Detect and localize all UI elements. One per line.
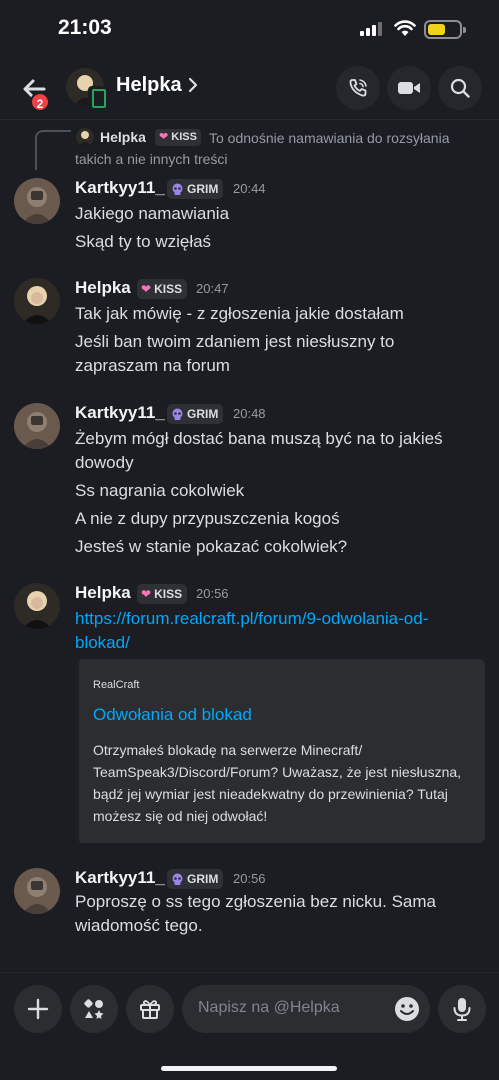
message-text: Jeśli ban twoim zdaniem jest niesłuszny … (75, 332, 395, 351)
heart-icon: ❤ (141, 587, 152, 601)
reply-tag: ❤ KISS (155, 129, 201, 146)
embed-provider: RealCraft (93, 679, 140, 691)
search-button[interactable] (438, 66, 482, 110)
attach-button[interactable] (14, 985, 62, 1033)
message-text: zapraszam na forum (75, 356, 230, 375)
voice-call-button[interactable] (336, 66, 380, 110)
user-tag-label: KISS (154, 282, 183, 296)
message-text: Jakiego namawiania (75, 204, 230, 223)
message-link[interactable]: https://forum.realcraft.pl/forum/9-odwol… (75, 607, 485, 631)
message-text: Skąd ty to wzięłaś (75, 232, 212, 251)
user-tag-label: GRIM (187, 407, 219, 421)
user-tag: GRIM (167, 869, 224, 889)
battery-level (428, 24, 445, 35)
search-icon (450, 78, 470, 98)
avatar[interactable] (14, 178, 60, 224)
message-text: Jesteś w stanie pokazać cokolwiek? (75, 537, 348, 556)
gift-icon (140, 1000, 160, 1019)
avatar[interactable] (14, 403, 60, 449)
user-tag-label: GRIM (187, 872, 219, 886)
skull-icon (172, 873, 183, 885)
user-tag-label: GRIM (187, 182, 219, 196)
emoji-icon[interactable] (394, 996, 420, 1022)
message-text: A nie z dupy przypuszczenia kogoś (75, 509, 340, 528)
video-call-button[interactable] (387, 66, 431, 110)
wifi-icon (394, 20, 416, 36)
user-tag-label: KISS (154, 587, 183, 601)
composer-bar: Napisz na @Helpka (0, 972, 499, 1080)
message-text: Żebym mógł dostać bana muszą być na to j… (75, 429, 443, 448)
heart-icon: ❤ (141, 282, 152, 296)
home-indicator (161, 1066, 337, 1071)
avatar[interactable] (14, 583, 60, 629)
page-title[interactable]: Helpka (116, 74, 182, 97)
reply-username[interactable]: Helpka (100, 129, 146, 145)
message-username[interactable]: Kartkyy11_ (75, 868, 165, 888)
message-link[interactable]: blokad/ (75, 631, 485, 655)
user-tag: ❤ KISS (137, 584, 188, 604)
status-time: 21:03 (58, 16, 112, 39)
message-text: dowody (75, 453, 134, 472)
battery-icon (424, 20, 466, 39)
skull-icon (172, 408, 183, 420)
video-camera-icon (398, 82, 420, 94)
message-timestamp: 20:56 (196, 586, 229, 601)
message-timestamp: 20:44 (233, 181, 266, 196)
message-text: Poproszę o ss tego zgłoszenia bez nicku.… (75, 892, 436, 911)
message-text: Ss nagrania cokolwiek (75, 481, 245, 500)
message-username[interactable]: Helpka (75, 583, 131, 603)
mobile-status-icon (88, 86, 106, 108)
message-text: wiadomość tego. (75, 916, 203, 935)
message-username[interactable]: Helpka (75, 278, 131, 298)
phone-call-icon (349, 79, 367, 97)
message-username[interactable]: Kartkyy11_ (75, 178, 165, 198)
gift-button[interactable] (126, 985, 174, 1033)
unread-badge: 2 (30, 92, 50, 112)
chat-header: 2 Helpka (0, 58, 499, 120)
reply-connector (35, 130, 71, 170)
user-tag: ❤ KISS (137, 279, 188, 299)
apps-button[interactable] (70, 985, 118, 1033)
user-tag: GRIM (167, 179, 224, 199)
cellular-signal-icon (360, 22, 382, 36)
message-input[interactable]: Napisz na @Helpka (182, 985, 430, 1033)
avatar[interactable] (14, 868, 60, 914)
microphone-icon (453, 998, 471, 1021)
status-bar: 21:03 (0, 0, 499, 58)
avatar[interactable] (14, 278, 60, 324)
embed-title[interactable]: Odwołania od blokad (93, 705, 252, 725)
message-timestamp: 20:56 (233, 871, 266, 886)
message-timestamp: 20:47 (196, 281, 229, 296)
message-username[interactable]: Kartkyy11_ (75, 403, 165, 423)
message-timestamp: 20:48 (233, 406, 266, 421)
embed-description: Otrzymałeś blokadę na serwerze Minecraft… (93, 742, 462, 824)
skull-icon (172, 183, 183, 195)
plus-icon (27, 998, 49, 1020)
user-tag: GRIM (167, 404, 224, 424)
reply-tag-label: KISS (171, 131, 197, 143)
message-text: Tak jak mówię - z zgłoszenia jakie dosta… (75, 304, 404, 323)
voice-message-button[interactable] (438, 985, 486, 1033)
chevron-right-icon[interactable] (186, 76, 200, 94)
message-input-placeholder: Napisz na @Helpka (198, 999, 340, 1016)
apps-icon (84, 999, 104, 1019)
link-embed[interactable]: RealCraft Odwołania od blokad Otrzymałeś… (75, 659, 485, 843)
